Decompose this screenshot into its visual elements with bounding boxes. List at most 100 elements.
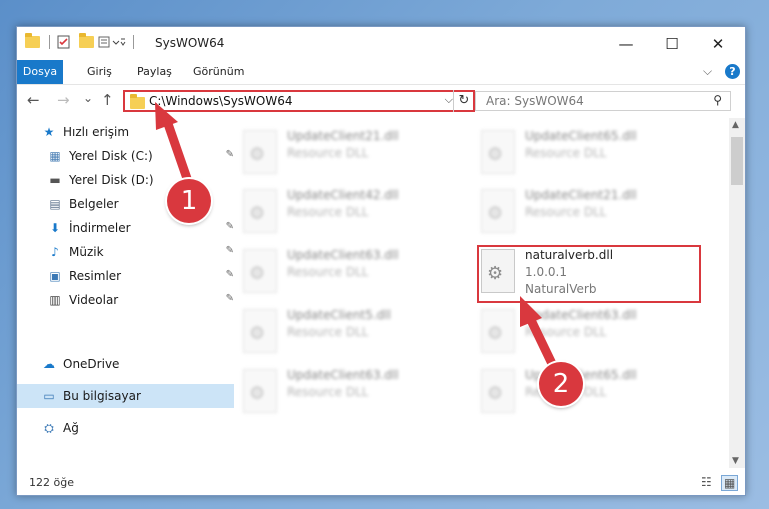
- step-2-badge: 2: [539, 362, 583, 406]
- tab-share[interactable]: Paylaş: [129, 60, 180, 84]
- navigation-pane: ★ Hızlı erişim ▦ Yerel Disk (C:) ✎ ▬ Yer…: [17, 118, 234, 468]
- minimize-button[interactable]: —: [603, 31, 649, 57]
- help-icon[interactable]: ?: [725, 64, 740, 79]
- file-description: Resource DLL: [525, 325, 607, 339]
- videos-icon: ▥: [49, 293, 61, 307]
- window-title: SysWOW64: [155, 36, 225, 50]
- documents-icon: ▤: [49, 197, 61, 211]
- close-button[interactable]: ✕: [695, 31, 741, 57]
- quick-access-toolbar: [25, 33, 137, 49]
- star-icon: ★: [43, 125, 55, 139]
- file-name: UpdateClient63.dll: [525, 308, 637, 322]
- refresh-icon[interactable]: ↻: [453, 90, 474, 112]
- gear-icon: ⚙: [487, 144, 504, 165]
- recent-locations-button[interactable]: ⌄: [83, 91, 93, 105]
- scroll-down-icon[interactable]: ▼: [732, 456, 739, 466]
- file-item[interactable]: ⚙ UpdateClient63.dll Resource DLL: [239, 247, 469, 303]
- file-item[interactable]: ⚙ UpdateClient65.dll Resource DLL: [477, 367, 707, 423]
- address-bar[interactable]: C:\Windows\SysWOW64 ⌵ ↻: [123, 90, 475, 112]
- tab-view[interactable]: Görünüm: [185, 60, 252, 84]
- file-description: Resource DLL: [287, 146, 369, 160]
- gear-icon: ⚙: [249, 383, 266, 404]
- gear-icon: ⚙: [249, 144, 266, 165]
- music-icon: ♪: [51, 245, 59, 259]
- tab-file[interactable]: Dosya: [17, 60, 63, 84]
- sidebar-item-label: Videolar: [69, 293, 119, 307]
- file-name: UpdateClient42.dll: [287, 188, 399, 202]
- file-name: UpdateClient21.dll: [287, 129, 399, 143]
- file-item[interactable]: ⚙ UpdateClient65.dll Resource DLL: [477, 128, 707, 184]
- address-dropdown-icon[interactable]: ⌵: [445, 93, 453, 107]
- file-item[interactable]: ⚙ UpdateClient63.dll Resource DLL: [477, 307, 707, 363]
- search-placeholder: Ara: SysWOW64: [486, 94, 584, 108]
- file-name: UpdateClient63.dll: [287, 248, 399, 262]
- toolbar-divider: [133, 35, 134, 49]
- sidebar-item-label: OneDrive: [63, 357, 120, 371]
- customize-toolbar-icon[interactable]: [98, 35, 126, 49]
- tiles-view-icon[interactable]: ▦: [721, 475, 739, 491]
- sidebar-item-quick-access[interactable]: ★ Hızlı erişim: [17, 120, 234, 144]
- status-bar: 122 öğe ☷ ▦: [17, 470, 745, 495]
- download-icon: ⬇: [49, 221, 61, 235]
- pictures-icon: ▣: [49, 269, 61, 283]
- sidebar-item-pictures[interactable]: ▣ Resimler ✎: [17, 264, 240, 288]
- file-name: UpdateClient21.dll: [525, 188, 637, 202]
- sidebar-item-label: Yerel Disk (D:): [69, 173, 154, 187]
- gear-icon: ⚙: [249, 323, 266, 344]
- sidebar-item-network[interactable]: ⛭ Ağ: [17, 416, 234, 440]
- tab-home[interactable]: Giriş: [79, 60, 120, 84]
- file-description: Resource DLL: [287, 265, 369, 279]
- search-icon[interactable]: ⚲: [713, 93, 722, 107]
- file-name: UpdateClient5.dll: [287, 308, 391, 322]
- explorer-window: SysWOW64 — ☐ ✕ Dosya Giriş Paylaş Görünü…: [16, 26, 746, 496]
- sidebar-item-videos[interactable]: ▥ Videolar ✎: [17, 288, 240, 312]
- highlight-box: [477, 245, 701, 303]
- sidebar-item-label: Yerel Disk (C:): [69, 149, 153, 163]
- step-1-badge: 1: [167, 179, 211, 223]
- file-item[interactable]: ⚙ UpdateClient5.dll Resource DLL: [239, 307, 469, 363]
- file-description: Resource DLL: [287, 205, 369, 219]
- sidebar-item-this-pc[interactable]: ▭ Bu bilgisayar: [17, 384, 234, 408]
- up-button[interactable]: ↑: [101, 91, 114, 109]
- scroll-up-icon[interactable]: ▲: [732, 120, 739, 130]
- file-description: Resource DLL: [525, 146, 607, 160]
- file-description: Resource DLL: [525, 205, 607, 219]
- sidebar-item-local-disk-c[interactable]: ▦ Yerel Disk (C:) ✎: [17, 144, 240, 168]
- toolbar-divider: [49, 35, 50, 49]
- new-folder-icon[interactable]: [79, 33, 94, 48]
- cloud-icon: ☁: [43, 357, 55, 371]
- title-bar: SysWOW64 — ☐ ✕: [17, 27, 745, 60]
- details-view-icon[interactable]: ☷: [701, 475, 712, 489]
- sidebar-item-label: Resimler: [69, 269, 122, 283]
- file-item[interactable]: ⚙ UpdateClient21.dll Resource DLL: [239, 128, 469, 184]
- sidebar-item-onedrive[interactable]: ☁ OneDrive: [17, 352, 234, 376]
- file-item[interactable]: ⚙ UpdateClient63.dll Resource DLL: [239, 367, 469, 423]
- sidebar-item-music[interactable]: ♪ Müzik ✎: [17, 240, 240, 264]
- sidebar-item-label: İndirmeler: [69, 221, 131, 235]
- gear-icon: ⚙: [487, 383, 504, 404]
- properties-icon[interactable]: [57, 35, 71, 49]
- drive-d-icon: ▬: [49, 173, 61, 187]
- sidebar-item-label: Belgeler: [69, 197, 119, 211]
- drive-c-icon: ▦: [49, 149, 61, 163]
- file-description: Resource DLL: [287, 385, 369, 399]
- network-icon: ⛭: [44, 420, 54, 435]
- file-item[interactable]: ⚙ UpdateClient21.dll Resource DLL: [477, 187, 707, 243]
- vertical-scrollbar[interactable]: ▲ ▼: [729, 118, 745, 468]
- sidebar-item-label: Ağ: [63, 421, 79, 435]
- sidebar-item-downloads[interactable]: ⬇ İndirmeler ✎: [17, 216, 240, 240]
- search-input[interactable]: Ara: SysWOW64 ⚲: [475, 91, 731, 111]
- scroll-thumb[interactable]: [731, 137, 743, 185]
- forward-button[interactable]: →: [57, 91, 70, 109]
- file-item[interactable]: ⚙ UpdateClient42.dll Resource DLL: [239, 187, 469, 243]
- ribbon-collapse-icon[interactable]: ⌵: [703, 64, 712, 79]
- address-path[interactable]: C:\Windows\SysWOW64: [149, 94, 293, 108]
- folder-icon: [25, 33, 40, 48]
- file-list: ⚙ UpdateClient21.dll Resource DLL ⚙ Upda…: [213, 118, 729, 468]
- sidebar-item-label: Hızlı erişim: [63, 125, 130, 139]
- gear-icon: ⚙: [487, 323, 504, 344]
- back-button[interactable]: ←: [27, 91, 40, 109]
- maximize-button[interactable]: ☐: [649, 31, 695, 57]
- gear-icon: ⚙: [249, 263, 266, 284]
- sidebar-item-label: Bu bilgisayar: [63, 389, 141, 403]
